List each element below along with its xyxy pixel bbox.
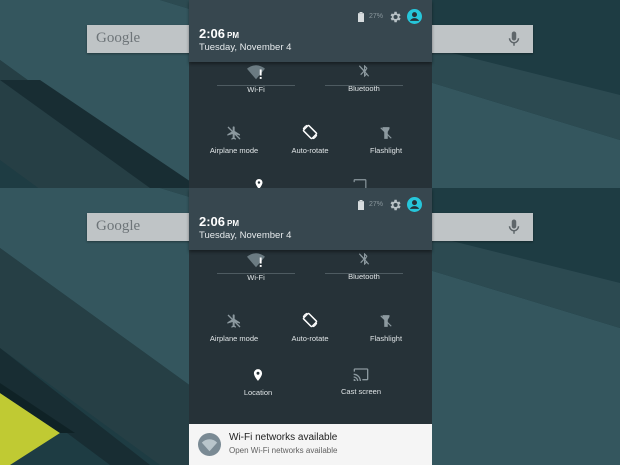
flashlight-off-icon bbox=[380, 127, 392, 139]
tile-flashlight[interactable]: Flashlight bbox=[341, 125, 431, 155]
status-area: 27% bbox=[357, 9, 422, 24]
wifi-icon bbox=[247, 65, 265, 80]
tile-bluetooth[interactable]: Bluetooth bbox=[319, 63, 409, 93]
battery-icon[interactable] bbox=[357, 11, 364, 22]
tile-label: Wi-Fi bbox=[247, 273, 265, 282]
tile-cast-screen[interactable]: Cast screen bbox=[316, 368, 406, 396]
cast-screen-icon[interactable] bbox=[353, 179, 367, 188]
flashlight-off-icon bbox=[380, 315, 392, 327]
wifi-notification[interactable]: Wi-Fi networks available Open Wi-Fi netw… bbox=[189, 424, 432, 465]
auto-rotate-icon bbox=[302, 312, 318, 328]
wifi-icon bbox=[247, 253, 265, 268]
divider bbox=[325, 273, 403, 274]
microphone-icon[interactable] bbox=[505, 218, 523, 236]
shade-header: 2:06 PM Tuesday, November 4 27% bbox=[189, 188, 432, 250]
divider bbox=[217, 273, 295, 274]
tile-label: Flashlight bbox=[369, 334, 403, 343]
battery-percent: 27% bbox=[368, 201, 383, 208]
date[interactable]: Tuesday, November 4 bbox=[199, 42, 291, 53]
battery-percent: 27% bbox=[368, 13, 383, 20]
gear-icon[interactable] bbox=[388, 198, 402, 212]
tile-bluetooth[interactable]: Bluetooth bbox=[319, 251, 409, 281]
cast-screen-icon bbox=[353, 368, 369, 381]
date[interactable]: Tuesday, November 4 bbox=[199, 230, 291, 241]
google-logo: Google bbox=[96, 30, 141, 46]
tile-label: Location bbox=[243, 388, 273, 397]
user-avatar-icon[interactable] bbox=[407, 197, 422, 212]
tile-wifi[interactable]: Wi-Fi bbox=[211, 65, 301, 94]
tile-label: Wi-Fi bbox=[247, 85, 265, 94]
user-avatar-icon[interactable] bbox=[407, 9, 422, 24]
divider bbox=[217, 85, 295, 86]
status-area: 27% bbox=[357, 197, 422, 212]
notification-icon bbox=[198, 433, 221, 456]
bluetooth-off-icon bbox=[358, 65, 370, 77]
notification-shade: 2:06 PM Tuesday, November 4 27% Wi-Fi Bl… bbox=[189, 0, 432, 188]
airplane-off-icon bbox=[227, 126, 241, 140]
shade-header: 2:06 PM Tuesday, November 4 27% bbox=[189, 0, 432, 62]
tile-wifi[interactable]: Wi-Fi bbox=[211, 253, 301, 282]
wifi-icon bbox=[201, 439, 218, 452]
clock[interactable]: 2:06 PM bbox=[199, 26, 239, 41]
notification-text: Open Wi-Fi networks available bbox=[229, 446, 338, 455]
notification-title: Wi-Fi networks available bbox=[229, 432, 338, 443]
location-icon bbox=[253, 369, 263, 381]
tile-flashlight[interactable]: Flashlight bbox=[341, 313, 431, 343]
divider bbox=[325, 85, 403, 86]
battery-icon[interactable] bbox=[357, 199, 364, 210]
tile-location[interactable]: Location bbox=[213, 367, 303, 397]
notification-shade: 2:06 PM Tuesday, November 4 27% Wi-Fi Bl… bbox=[189, 188, 432, 424]
clock[interactable]: 2:06 PM bbox=[199, 214, 239, 229]
bottom-screenshot: Google 2:06 PM Tuesday, November 4 27% W… bbox=[0, 188, 620, 465]
bluetooth-off-icon bbox=[358, 253, 370, 265]
google-logo: Google bbox=[96, 218, 141, 234]
auto-rotate-icon bbox=[302, 124, 318, 140]
tile-label: Cast screen bbox=[340, 387, 382, 396]
microphone-icon[interactable] bbox=[505, 30, 523, 48]
location-icon[interactable] bbox=[253, 178, 265, 188]
gear-icon[interactable] bbox=[388, 10, 402, 24]
tile-label: Flashlight bbox=[369, 146, 403, 155]
top-screenshot: Google 2:06 PM Tuesday, November 4 27% W… bbox=[0, 0, 620, 188]
airplane-off-icon bbox=[227, 314, 241, 328]
